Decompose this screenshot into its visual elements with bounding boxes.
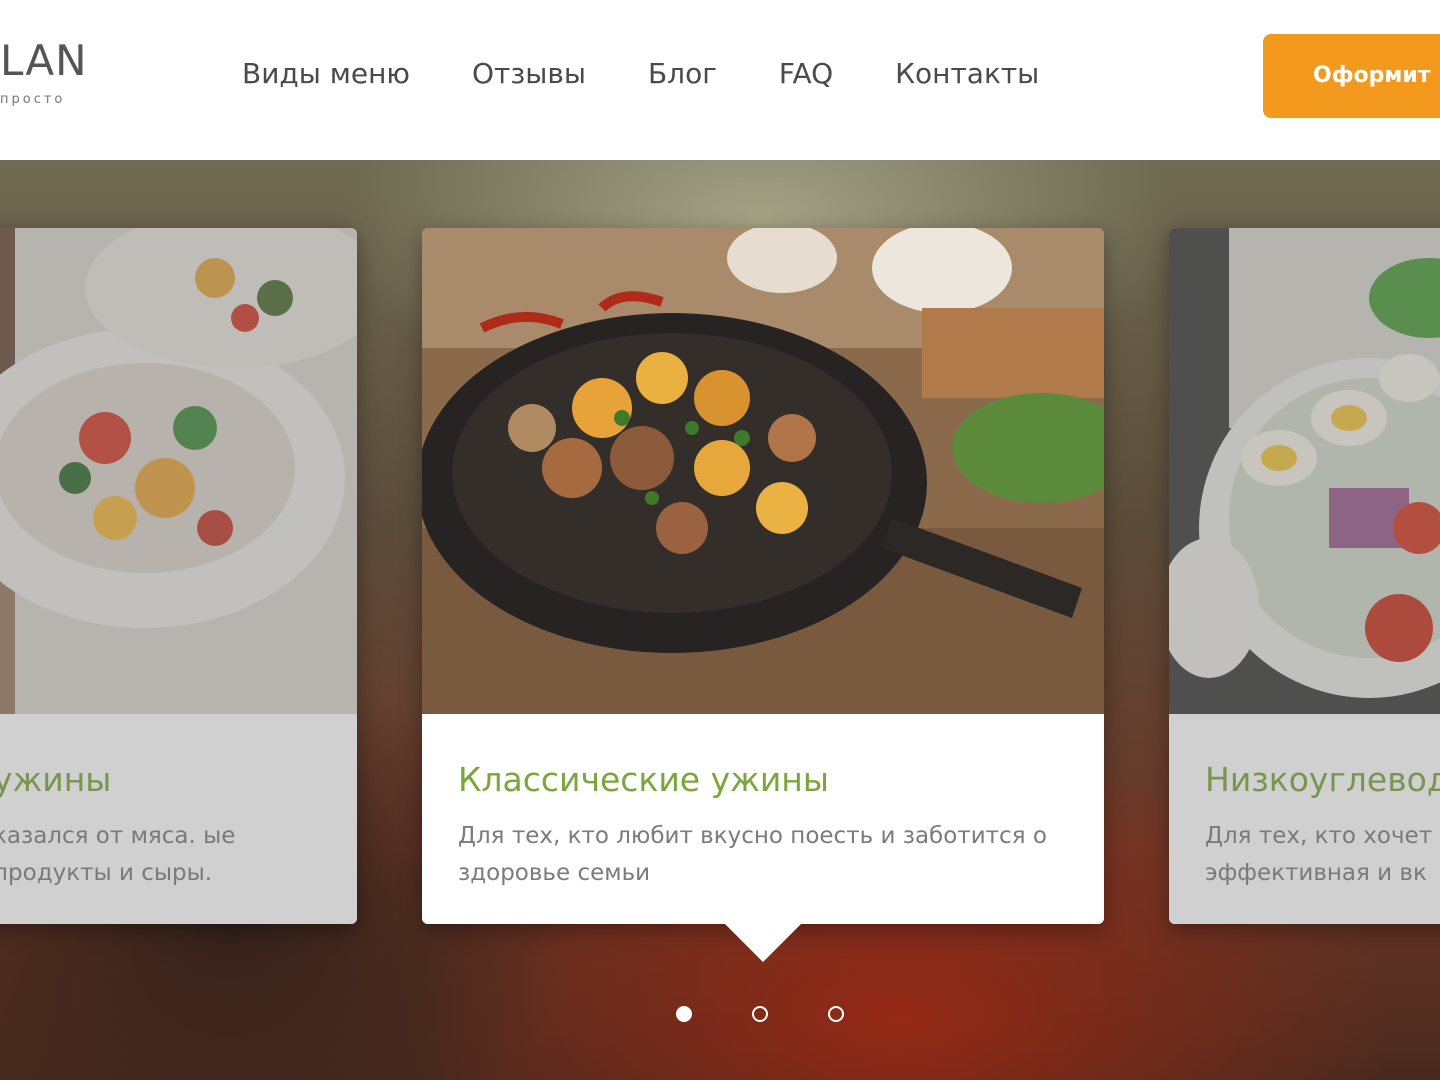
pagination-dot-1[interactable] (676, 1006, 692, 1022)
nav-item-menu-types[interactable]: Виды меню (242, 52, 410, 96)
slide-card-lowcarb[interactable]: Низкоуглевод Для тех, кто хочет эффектив… (1169, 228, 1440, 924)
nav-item-contacts[interactable]: Контакты (895, 52, 1039, 96)
order-button[interactable]: Оформит (1263, 34, 1440, 118)
slide-description: казался от мяса. ые продукты и сыры. (0, 823, 236, 886)
menu-carousel: ужины казался от мяса. ые продукты и сыр… (0, 160, 1440, 1080)
pagination-dot-3[interactable] (828, 1006, 844, 1022)
pagination-dot-2[interactable] (752, 1006, 768, 1022)
slide-title: Классические ужины (458, 760, 829, 799)
salad-dish-photo (1169, 228, 1440, 714)
slide-description: Для тех, кто любит вкусно поесть и забот… (458, 823, 1047, 886)
skillet-dish-photo (422, 228, 1104, 714)
site-header: LAN просто Виды меню Отзывы Блог FAQ Кон… (0, 0, 1440, 160)
active-slide-pointer (725, 924, 801, 962)
nav-item-blog[interactable]: Блог (648, 52, 717, 96)
slide-card-body: ужины казался от мяса. ые продукты и сыр… (0, 714, 357, 924)
carousel-pagination (676, 1006, 904, 1022)
nav-item-faq[interactable]: FAQ (779, 52, 833, 96)
nav-item-reviews[interactable]: Отзывы (472, 52, 586, 96)
slide-card-classic[interactable]: Классические ужины Для тех, кто любит вк… (422, 228, 1104, 924)
vegetable-dish-photo (0, 228, 357, 714)
slide-card-body: Низкоуглевод Для тех, кто хочет эффектив… (1169, 714, 1440, 924)
slide-card-vegetarian[interactable]: ужины казался от мяса. ые продукты и сыр… (0, 228, 357, 924)
slide-title: ужины (0, 760, 112, 799)
logo-name: LAN (0, 36, 88, 85)
slide-title: Низкоуглевод (1205, 760, 1440, 799)
slide-description: Для тех, кто хочет эффективная и вк (1205, 823, 1433, 886)
logo-tagline: просто (0, 92, 66, 107)
main-nav: Виды меню Отзывы Блог FAQ Контакты (242, 52, 1101, 96)
slide-card-body: Классические ужины Для тех, кто любит вк… (422, 714, 1104, 924)
